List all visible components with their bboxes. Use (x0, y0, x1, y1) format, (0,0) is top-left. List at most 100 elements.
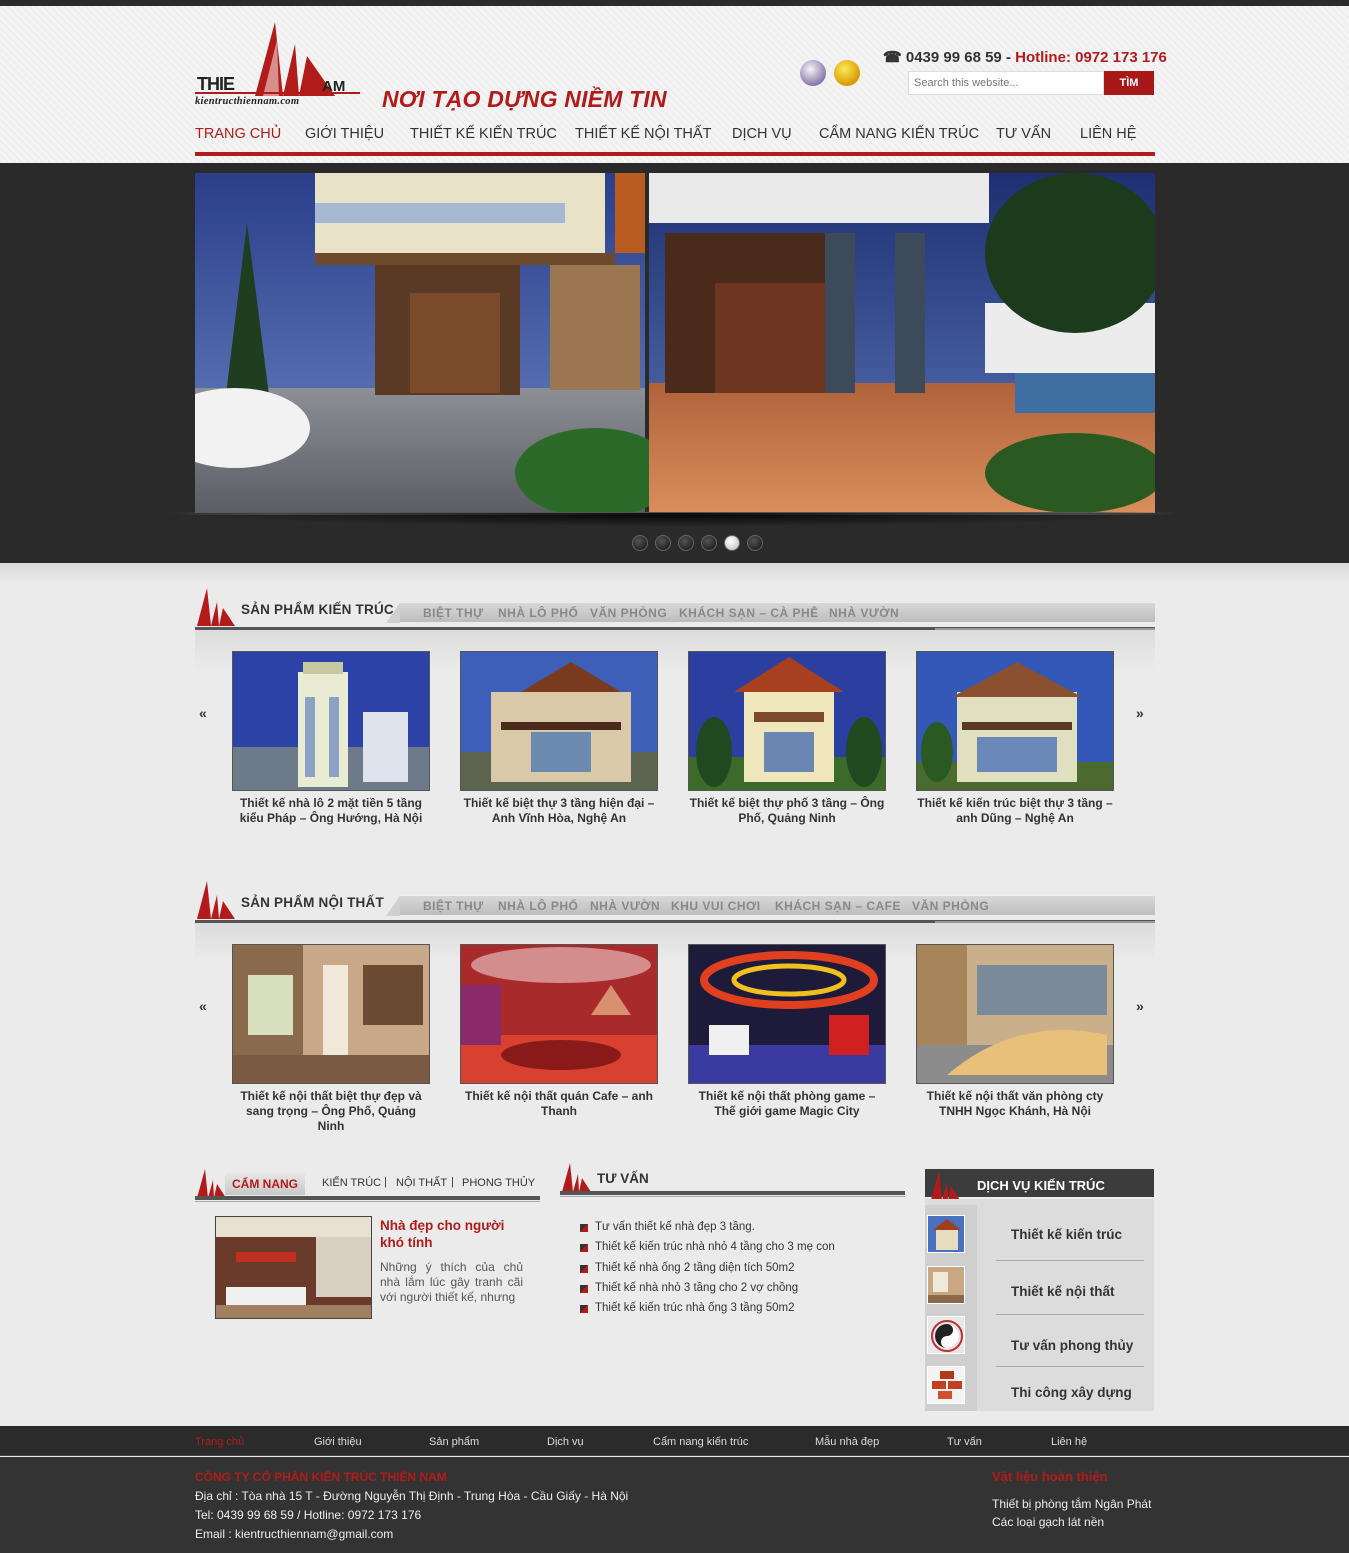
slider-shadow (170, 513, 1180, 527)
tab-hotel-cafe[interactable]: KHÁCH SẠN – CÀ PHÊ (679, 606, 819, 620)
tab-garden-house[interactable]: NHÀ VƯỜN (590, 899, 660, 913)
section-rule-accent (935, 628, 1155, 630)
footer-link-handbook[interactable]: Cẩm nang kiến trúc (653, 1436, 748, 1448)
footer-link-services[interactable]: Dịch vụ (547, 1436, 584, 1448)
footer-link-tiles[interactable]: Các loại gạch lát nền (992, 1515, 1104, 1529)
product-caption[interactable]: Thiết kế nội thất văn phòng cty TNHH Ngọ… (916, 1089, 1114, 1119)
footer-materials-title: Vật liệu hoàn thiện (992, 1469, 1108, 1484)
nav-item-interior[interactable]: THIẾT KẾ NỘI THẤT (575, 126, 711, 142)
tab-office[interactable]: VĂN PHÒNG (590, 606, 667, 620)
nav-item-architecture[interactable]: THIẾT KẾ KIẾN TRÚC (410, 126, 557, 142)
product-card[interactable]: Thiết kế nội thất văn phòng cty TNHH Ngọ… (916, 944, 1114, 1119)
slider-dot[interactable] (678, 535, 694, 551)
tab-townhouse[interactable]: NHÀ LÔ PHỐ (498, 899, 578, 913)
slider-dot[interactable] (747, 535, 763, 551)
nav-item-services[interactable]: DỊCH VỤ (732, 126, 792, 142)
tab-hotel-cafe[interactable]: KHÁCH SẠN – CAFE (775, 899, 901, 913)
tab-villa[interactable]: BIỆT THỰ (423, 606, 484, 620)
tab-handbook-architecture[interactable]: KIẾN TRÚC (322, 1177, 381, 1189)
slider-dot[interactable] (701, 535, 717, 551)
nav-item-about[interactable]: GIỚI THIỆU (305, 126, 384, 142)
slider-dot[interactable] (655, 535, 671, 551)
service-thumb[interactable] (927, 1215, 965, 1253)
list-item[interactable]: Thiết kế nhà ống 2 tầng diện tích 50m2 (580, 1262, 835, 1282)
product-caption[interactable]: Thiết kế nhà lô 2 mặt tiền 5 tầng kiểu P… (232, 796, 430, 826)
product-caption[interactable]: Thiết kế kiến trúc biệt thự 3 tầng – anh… (916, 796, 1114, 826)
architecture-section-header: SẢN PHẨM KIẾN TRÚC BIỆT THỰ NHÀ LÔ PHỐ V… (195, 586, 1155, 630)
tab-playground[interactable]: KHU VUI CHƠI (671, 899, 761, 913)
tab-villa[interactable]: BIỆT THỰ (423, 899, 484, 913)
article-title[interactable]: Nhà đẹp cho người khó tính (380, 1217, 520, 1251)
list-item[interactable]: Tư vấn thiết kế nhà đẹp 3 tầng. (580, 1221, 835, 1241)
service-item-fengshui[interactable]: Tư vấn phong thủy (1011, 1338, 1133, 1353)
footer-link-about[interactable]: Giới thiệu (314, 1436, 362, 1448)
list-item[interactable]: Thiết kế nhà nhỏ 3 tầng cho 2 vợ chồng (580, 1282, 835, 1302)
slider-dot[interactable] (632, 535, 648, 551)
product-card[interactable]: Thiết kế biệt thự 3 tầng hiện đại – Anh … (460, 651, 658, 826)
nav-item-consulting[interactable]: TƯ VẤN (996, 126, 1051, 142)
product-caption[interactable]: Thiết kế nội thất biệt thự đẹp và sang t… (232, 1089, 430, 1134)
product-caption[interactable]: Thiết kế nội thất phòng game – Thế giới … (688, 1089, 886, 1119)
contact-info: ☎ 0439 99 68 59 - Hotline: 0972 173 176 (883, 48, 1167, 66)
tab-handbook-interior[interactable]: NỘI THẤT (396, 1177, 447, 1189)
tab-handbook-fengshui[interactable]: PHONG THỦY (462, 1177, 535, 1189)
product-card[interactable]: Thiết kế biệt thự phố 3 tầng – Ông Phố, … (688, 651, 886, 826)
list-item[interactable]: Thiết kế kiến trúc nhà ống 3 tầng 50m2 (580, 1302, 835, 1322)
service-item-interior[interactable]: Thiết kế nội thất (1011, 1284, 1115, 1299)
next-arrow-icon[interactable]: » (1136, 998, 1144, 1014)
nav-item-home[interactable]: TRANG CHỦ (195, 126, 281, 142)
product-card[interactable]: Thiết kế kiến trúc biệt thự 3 tầng – anh… (916, 651, 1114, 826)
tab-garden-house[interactable]: NHÀ VƯỜN (829, 606, 899, 620)
product-image[interactable] (688, 651, 886, 791)
service-item-architecture[interactable]: Thiết kế kiến trúc (1011, 1227, 1122, 1242)
product-caption[interactable]: Thiết kế biệt thự 3 tầng hiện đại – Anh … (460, 796, 658, 826)
footer-link-products[interactable]: Sản phẩm (429, 1436, 479, 1448)
prev-arrow-icon[interactable]: « (199, 705, 207, 721)
section-logo-icon (197, 588, 235, 626)
section-logo-icon (562, 1163, 591, 1192)
next-arrow-icon[interactable]: » (1136, 705, 1144, 721)
footer-link-consulting[interactable]: Tư vấn (947, 1436, 982, 1448)
section-rule-thin (560, 1196, 905, 1197)
product-image[interactable] (916, 944, 1114, 1084)
service-thumb[interactable] (927, 1266, 965, 1304)
section-logo-icon (197, 881, 235, 919)
search-button[interactable]: TÌM (1104, 71, 1154, 95)
tab-townhouse[interactable]: NHÀ LÔ PHỐ (498, 606, 578, 620)
fengshui-icon[interactable] (927, 1316, 965, 1354)
search-input[interactable] (908, 71, 1104, 95)
prev-arrow-icon[interactable]: « (199, 998, 207, 1014)
list-item[interactable]: Thiết kế kiến trúc nhà nhỏ 4 tầng cho 3 … (580, 1241, 835, 1261)
nav-item-handbook[interactable]: CẨM NANG KIẾN TRÚC (819, 126, 979, 142)
footer-link-samples[interactable]: Mẫu nhà đẹp (815, 1436, 879, 1448)
product-caption[interactable]: Thiết kế biệt thự phố 3 tầng – Ông Phố, … (688, 796, 886, 826)
product-image[interactable] (916, 651, 1114, 791)
product-caption[interactable]: Thiết kế nội thất quán Cafe – anh Thanh (460, 1089, 658, 1119)
product-card[interactable]: Thiết kế nội thất quán Cafe – anh Thanh (460, 944, 658, 1119)
tab-office[interactable]: VĂN PHÒNG (912, 899, 989, 913)
product-card[interactable]: Thiết kế nội thất phòng game – Thế giới … (688, 944, 886, 1119)
footer-link-bathroom[interactable]: Thiết bị phòng tắm Ngân Phát (992, 1497, 1151, 1511)
product-image[interactable] (232, 651, 430, 791)
product-card[interactable]: Thiết kế nhà lô 2 mặt tiền 5 tầng kiểu P… (232, 651, 430, 826)
tab-separator: | (451, 1176, 454, 1188)
site-logo[interactable]: THIE AM kientructhiennam.com (195, 16, 365, 110)
yahoo-messenger-icon[interactable] (800, 60, 826, 86)
phone-number: ☎ 0439 99 68 59 - (883, 49, 1016, 66)
product-image[interactable] (688, 944, 886, 1084)
nav-item-contact[interactable]: LIÊN HỆ (1080, 126, 1136, 142)
product-image[interactable] (232, 944, 430, 1084)
slide-image[interactable] (195, 173, 1155, 513)
construction-icon[interactable] (927, 1366, 965, 1404)
product-card[interactable]: Thiết kế nội thất biệt thự đẹp và sang t… (232, 944, 430, 1134)
slider-dot-active[interactable] (724, 535, 740, 551)
service-item-construction[interactable]: Thi công xây dựng (1011, 1385, 1132, 1400)
product-image[interactable] (460, 651, 658, 791)
divider (996, 1260, 1144, 1261)
product-image[interactable] (460, 944, 658, 1084)
footer-link-contact[interactable]: Liên hệ (1051, 1436, 1087, 1448)
footer-link-home[interactable]: Trang chủ (195, 1436, 244, 1448)
yahoo-messenger-icon[interactable] (834, 60, 860, 86)
article-image[interactable] (215, 1216, 372, 1319)
tab-handbook[interactable]: CẨM NANG (225, 1173, 305, 1195)
